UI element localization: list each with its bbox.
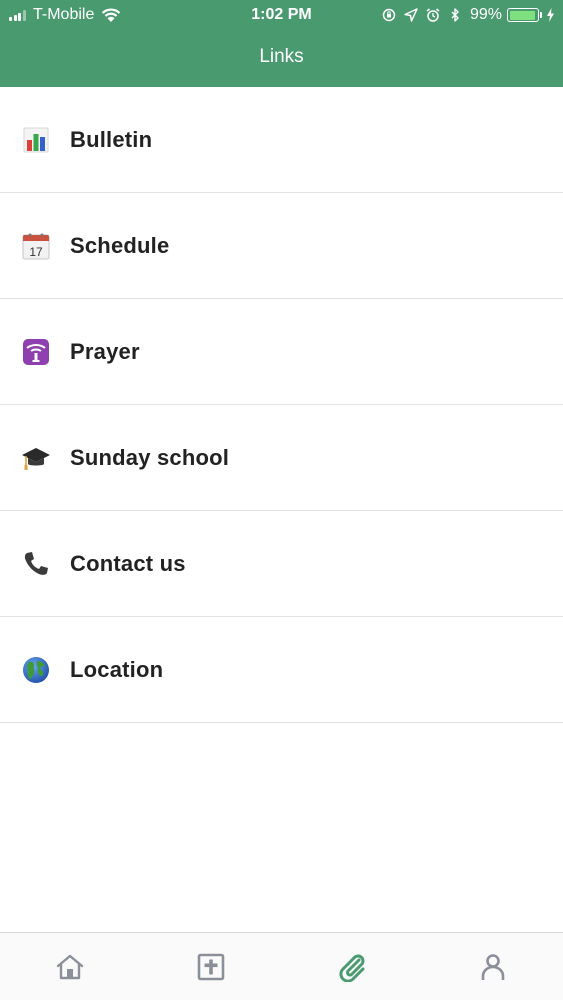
- home-icon: [57, 954, 84, 979]
- tab-links[interactable]: [282, 933, 423, 1000]
- link-item-sunday-school[interactable]: Sunday school: [0, 405, 563, 511]
- link-item-location[interactable]: Location: [0, 617, 563, 723]
- links-list: Bulletin 17 Schedule Prayer Sunday schoo…: [0, 87, 563, 723]
- alarm-icon: [426, 8, 440, 22]
- links-screen: T-Mobile 1:02 PM 99% Links Bulletin 17 S…: [0, 0, 563, 1000]
- globe-icon: [21, 655, 51, 685]
- link-label: Sunday school: [70, 444, 230, 470]
- calendar-day: 17: [29, 245, 43, 259]
- orientation-lock-icon: [382, 8, 396, 22]
- link-label: Prayer: [70, 338, 140, 364]
- bluetooth-icon: [451, 8, 459, 22]
- link-item-schedule[interactable]: 17 Schedule: [0, 193, 563, 299]
- battery-fill: [509, 10, 536, 20]
- link-item-bulletin[interactable]: Bulletin: [0, 87, 563, 193]
- battery-icon: [507, 8, 539, 22]
- status-bar: T-Mobile 1:02 PM 99%: [0, 0, 563, 30]
- link-label: Contact us: [70, 550, 186, 576]
- header-bar: T-Mobile 1:02 PM 99% Links: [0, 0, 563, 87]
- tab-bible[interactable]: [141, 933, 282, 1000]
- graduation-cap-icon: [21, 443, 51, 473]
- link-item-contact-us[interactable]: Contact us: [0, 511, 563, 617]
- status-right: 99%: [374, 0, 555, 30]
- phone-icon: [21, 549, 51, 579]
- tab-home[interactable]: [0, 933, 141, 1000]
- charging-bolt-icon: [547, 8, 554, 22]
- calendar-icon: 17: [21, 231, 51, 261]
- page-title: Links: [259, 46, 304, 67]
- battery-percentage: 99%: [469, 6, 502, 23]
- person-icon: [481, 953, 504, 980]
- tab-bar: [0, 932, 563, 1000]
- tab-profile[interactable]: [422, 933, 563, 1000]
- prayer-icon: [21, 337, 51, 367]
- link-label: Bulletin: [70, 126, 153, 152]
- bar-chart-icon: [21, 125, 51, 155]
- paperclip-icon: [339, 954, 365, 982]
- link-label: Location: [70, 656, 164, 682]
- link-item-prayer[interactable]: Prayer: [0, 299, 563, 405]
- link-label: Schedule: [70, 232, 170, 258]
- battery-cap: [540, 12, 542, 18]
- location-arrow-icon: [404, 8, 418, 22]
- bible-cross-icon: [197, 953, 225, 980]
